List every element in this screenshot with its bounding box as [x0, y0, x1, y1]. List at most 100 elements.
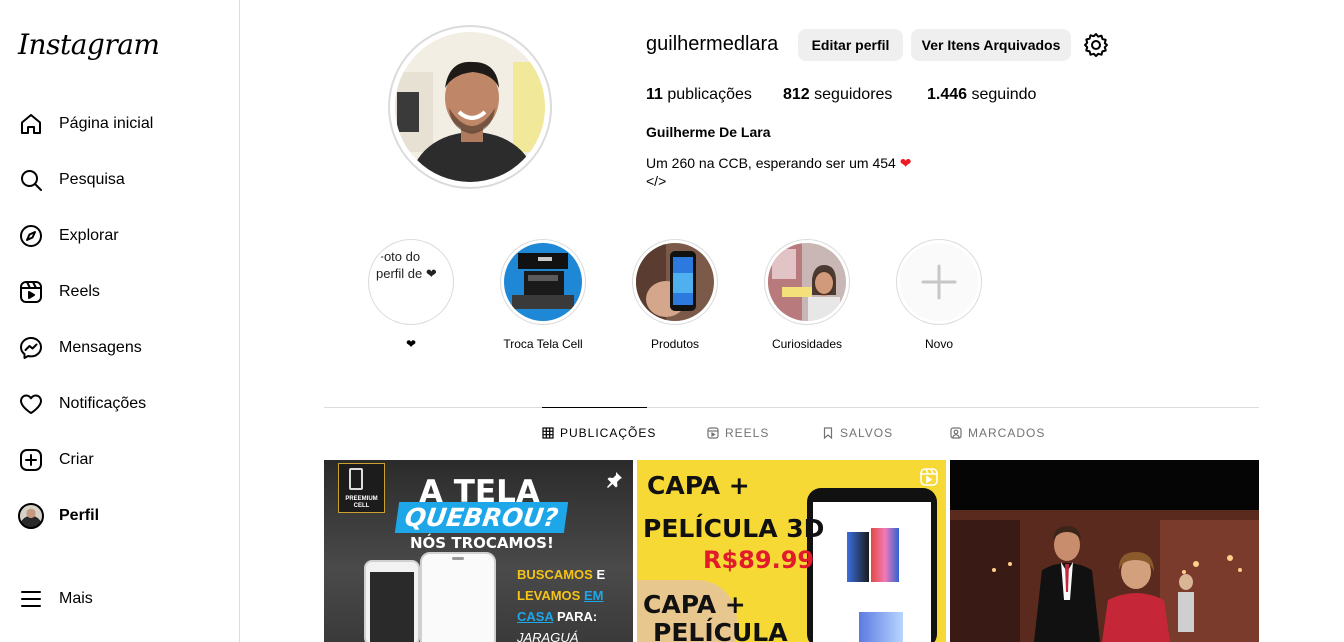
highlight-item[interactable]: Troca Tela Cell — [500, 239, 586, 351]
profile-picture[interactable] — [395, 32, 545, 182]
post-price: R$89.99 — [703, 546, 815, 574]
following-stat[interactable]: 1.446 seguindo — [927, 86, 1036, 104]
plus-square-icon — [18, 447, 44, 473]
home-icon — [18, 111, 44, 137]
highlight-item[interactable]: Foto do perfil de ❤ ❤ — [368, 239, 454, 351]
post-headline-2: QUEBROU? — [394, 502, 569, 533]
settings-gear-icon[interactable] — [1083, 32, 1109, 58]
heart-icon — [18, 391, 44, 417]
highlight-caption: Produtos — [650, 337, 700, 351]
active-tab-indicator — [542, 407, 647, 408]
menu-icon — [18, 586, 44, 612]
tab-label: PUBLICAÇÕES — [560, 426, 657, 440]
highlight-item[interactable]: Produtos — [632, 239, 718, 351]
post-body-text: BUSCAMOS E LEVAMOS EM CASA PARA: JARAGUÁ — [517, 564, 605, 642]
sidebar-item-search[interactable]: Pesquisa — [18, 165, 125, 195]
sidebar-item-explore[interactable]: Explorar — [18, 221, 119, 251]
tab-salvos[interactable]: SALVOS — [822, 426, 893, 440]
sidebar-item-label: Reels — [59, 283, 100, 300]
sidebar-item-notifications[interactable]: Notificações — [18, 389, 146, 419]
instagram-logo[interactable]: Instagram — [18, 28, 160, 61]
phone-graphic — [364, 560, 420, 642]
tab-marcados[interactable]: MARCADOS — [950, 426, 1045, 440]
sidebar-item-messages[interactable]: Mensagens — [18, 333, 142, 363]
highlight-ring: Foto do perfil de ❤ — [368, 239, 454, 325]
post-text: BUSCAMOS — [517, 567, 593, 582]
edit-profile-button[interactable]: Editar perfil — [798, 29, 903, 61]
profile-username: guilhermedlara — [646, 33, 779, 55]
posts-count: 11 — [646, 86, 663, 103]
highlight-cover — [636, 243, 714, 321]
tab-label: SALVOS — [840, 426, 894, 440]
brand-logo: PREEMIUM CELL — [338, 463, 385, 513]
view-archive-button[interactable]: Ver Itens Arquivados — [911, 29, 1071, 61]
post-headline-3: NÓS TROCAMOS! — [410, 534, 554, 552]
highlight-caption: Novo — [924, 337, 953, 351]
tabs-divider — [324, 407, 1259, 408]
followers-stat[interactable]: 812 seguidores — [783, 86, 892, 104]
avatar-wrap — [18, 503, 44, 529]
phone-icon — [349, 468, 363, 490]
search-icon — [18, 167, 44, 193]
followers-count: 812 — [783, 86, 810, 103]
tab-publicacoes[interactable]: PUBLICAÇÕES — [542, 426, 656, 440]
sidebar-item-label: Criar — [59, 451, 94, 468]
new-highlight-button[interactable]: Novo — [896, 239, 982, 351]
highlight-caption: ❤ — [405, 337, 417, 351]
sidebar-item-label: Mensagens — [59, 339, 142, 356]
compass-icon — [18, 223, 44, 249]
tag-icon — [950, 427, 962, 439]
profile-bio: Um 260 na CCB, esperando ser um 454 ❤ </… — [646, 154, 911, 190]
sidebar-item-home[interactable]: Página inicial — [18, 109, 153, 139]
brand-name: PREEMIUM CELL — [345, 496, 378, 509]
post-text: E — [596, 567, 606, 582]
sidebar-item-label: Pesquisa — [59, 171, 125, 188]
highlight-item[interactable]: Curiosidades — [764, 239, 850, 351]
event-photo — [950, 460, 1259, 642]
reels-icon — [920, 468, 938, 486]
pin-icon — [607, 472, 622, 488]
bookmark-icon — [823, 427, 833, 439]
post-text: JARAGUÁ — [517, 630, 579, 642]
post-headline-2: PELÍCULA 3D — [643, 514, 825, 543]
highlight-ring — [764, 239, 850, 325]
reels-icon — [18, 279, 44, 305]
plus-icon — [900, 243, 978, 321]
sidebar-item-more[interactable]: Mais — [18, 584, 93, 614]
avatar — [18, 503, 44, 529]
bio-line-2: </> — [646, 173, 667, 189]
post-headline-1: CAPA + — [647, 471, 750, 500]
bio-text: Um 260 na CCB, esperando ser um 454 — [646, 155, 896, 171]
tab-label: MARCADOS — [968, 426, 1046, 440]
sidebar-item-profile[interactable]: Perfil — [18, 501, 99, 531]
following-label: seguindo — [971, 86, 1037, 103]
sidebar-item-label: Perfil — [59, 507, 100, 524]
post-text: LEVAMOS — [517, 588, 581, 603]
sidebar-item-reels[interactable]: Reels — [18, 277, 100, 307]
posts-label: publicações — [667, 86, 752, 103]
post-thumbnail[interactable]: PREEMIUM CELL A TELA QUEBROU? NÓS TROCAM… — [324, 460, 633, 642]
reels-icon — [707, 427, 719, 439]
grid-icon — [542, 427, 554, 439]
sidebar-item-label: Explorar — [59, 227, 119, 244]
post-text: EM — [583, 588, 604, 603]
tab-reels[interactable]: REELS — [707, 426, 769, 440]
highlight-ring — [896, 239, 982, 325]
highlight-caption: Troca Tela Cell — [503, 337, 583, 351]
sidebar-item-create[interactable]: Criar — [18, 445, 94, 475]
post-headline-3: CAPA + — [643, 590, 746, 619]
highlight-ring — [500, 239, 586, 325]
sidebar-item-label: Notificações — [59, 395, 147, 412]
post-thumbnail[interactable] — [950, 460, 1259, 642]
sidebar-item-label: Página inicial — [59, 115, 154, 132]
bio-line-1: Um 260 na CCB, esperando ser um 454 ❤ — [646, 154, 911, 172]
highlight-caption: Curiosidades — [771, 337, 843, 351]
highlight-cover — [504, 243, 582, 321]
phone-graphic — [420, 552, 496, 642]
post-thumbnail[interactable]: CAPA + PELÍCULA 3D R$89.99 CAPA + PELÍCU… — [637, 460, 946, 642]
messenger-icon — [18, 335, 44, 361]
tab-label: REELS — [725, 426, 770, 440]
posts-stat: 11 publicações — [646, 86, 752, 104]
post-headline-4: PELÍCULA — [653, 618, 788, 642]
sidebar: Instagram Página inicial Pesquisa Explor… — [0, 0, 240, 642]
